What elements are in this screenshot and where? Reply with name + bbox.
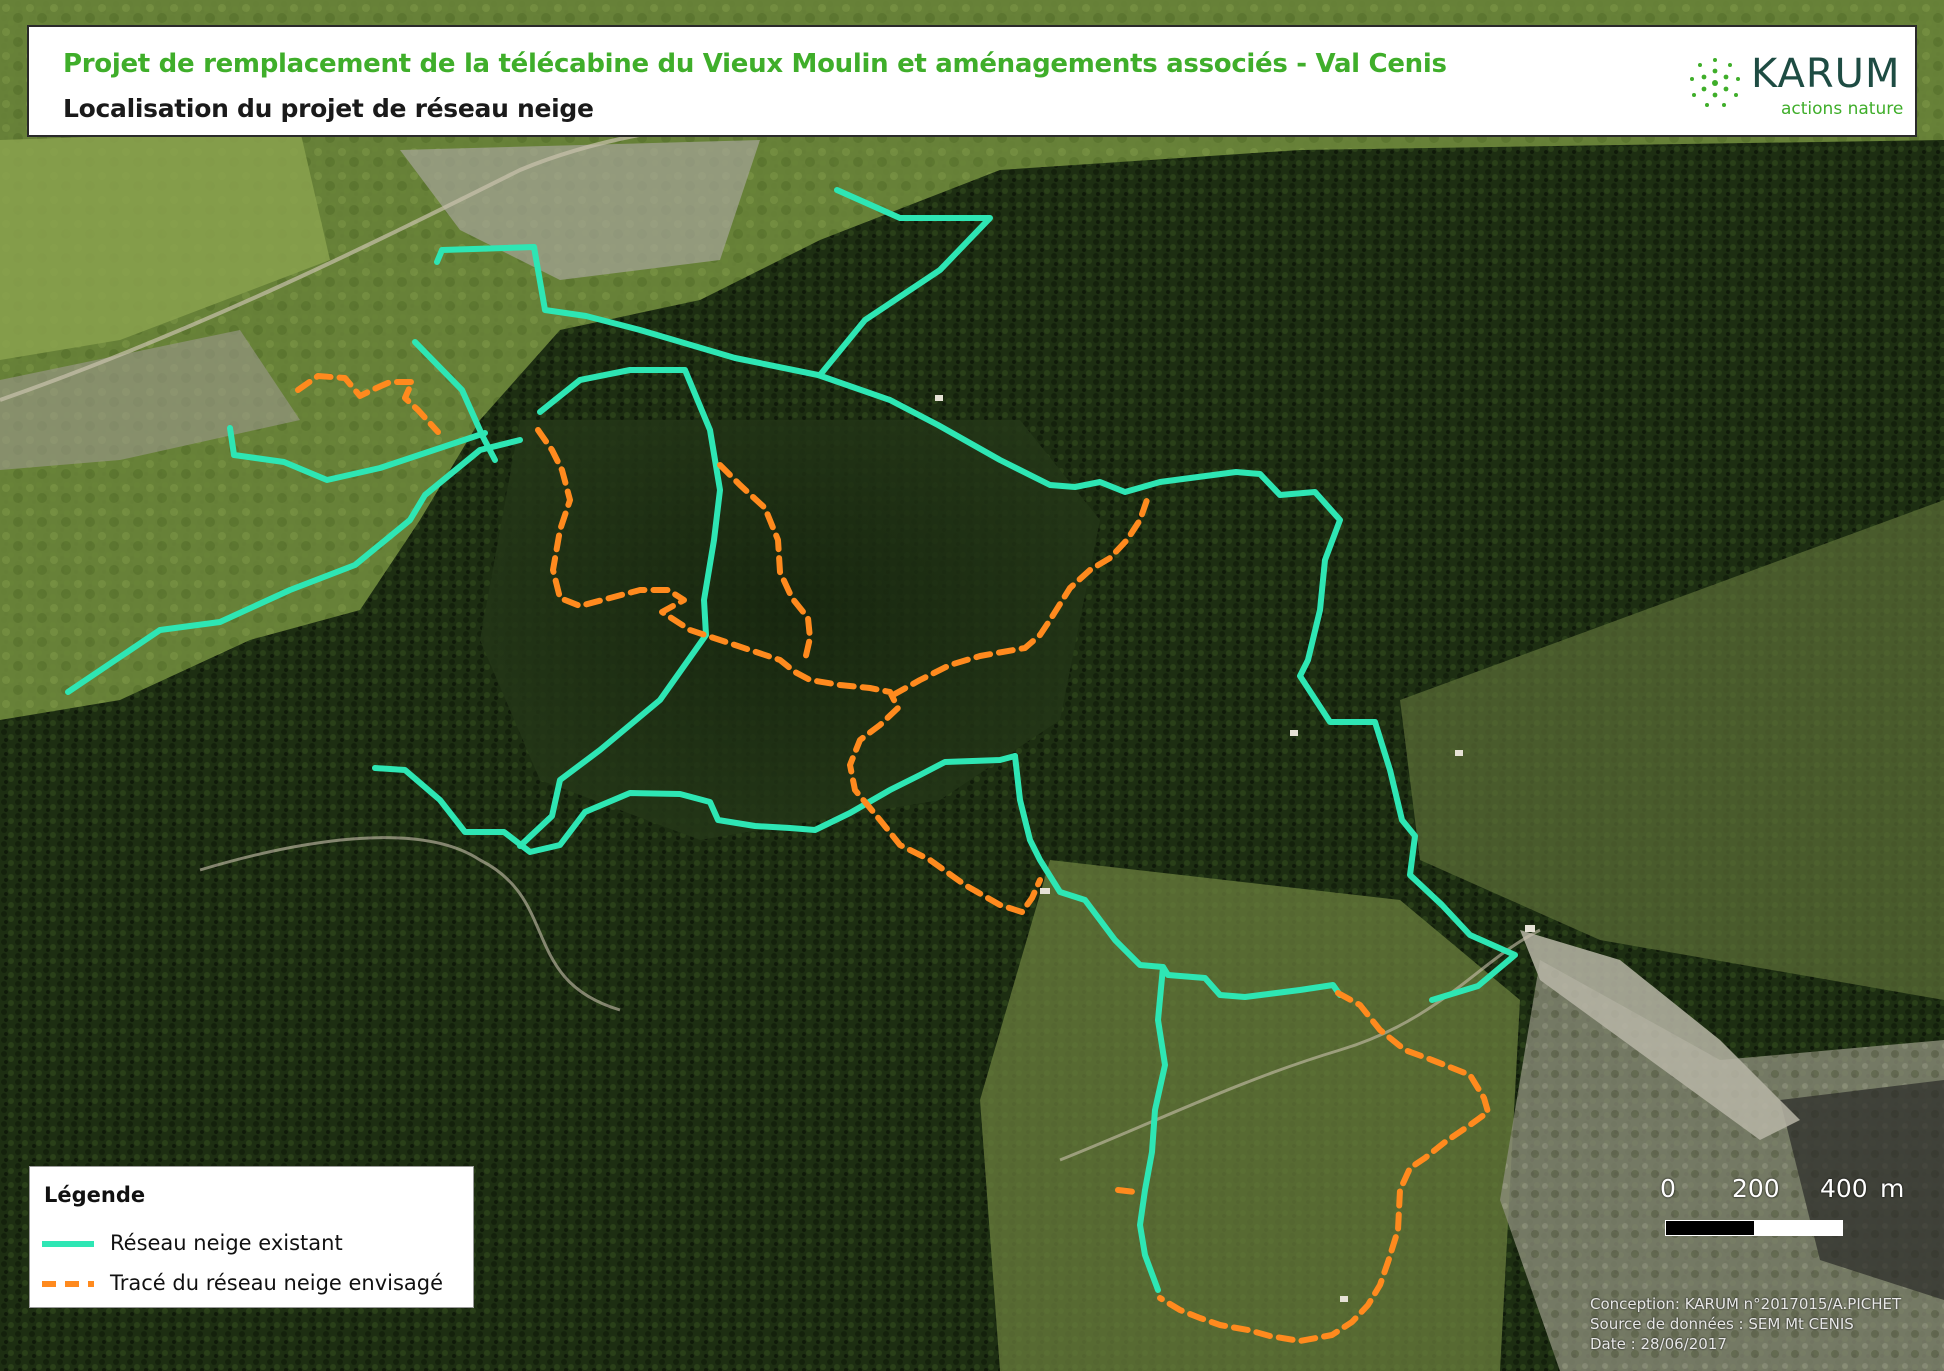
scale-segment-black xyxy=(1665,1220,1755,1236)
map-legend: Légende Réseau neige existant Tracé du r… xyxy=(29,1166,474,1308)
scale-label-unit: m xyxy=(1880,1174,1905,1203)
solid-line-swatch xyxy=(42,1241,94,1247)
karum-logo: KARUM actions nature xyxy=(1685,47,1903,123)
legend-label-existing: Réseau neige existant xyxy=(110,1231,343,1255)
scale-label-0: 0 xyxy=(1660,1174,1676,1203)
credit-source: Source de données : SEM Mt CENIS xyxy=(1590,1315,1854,1333)
legend-label-planned: Tracé du réseau neige envisagé xyxy=(110,1271,444,1295)
map-title: Projet de remplacement de la télécabine … xyxy=(63,49,1447,79)
dashed-line-swatch xyxy=(42,1281,94,1287)
logo-tagline: actions nature xyxy=(1781,99,1904,119)
scale-label-200: 200 xyxy=(1732,1174,1780,1203)
scale-label-400: 400 xyxy=(1820,1174,1868,1203)
title-box: Projet de remplacement de la télécabine … xyxy=(27,25,1917,137)
legend-title: Légende xyxy=(44,1183,146,1207)
scale-segment-white xyxy=(1755,1220,1843,1236)
credit-date: Date : 28/06/2017 xyxy=(1590,1335,1727,1353)
scale-bar: 0 200 400 m xyxy=(1660,1174,1920,1244)
map-subtitle: Localisation du projet de réseau neige xyxy=(63,94,594,123)
alpine-meadow xyxy=(980,860,1520,1371)
map-credits: Conception: KARUM n°2017015/A.PICHET Sou… xyxy=(1590,1294,1901,1354)
dotted-flower-icon xyxy=(1690,58,1740,107)
planned-line-small-spur xyxy=(1115,1187,1138,1195)
logo-name: KARUM xyxy=(1751,51,1901,97)
credit-conception: Conception: KARUM n°2017015/A.PICHET xyxy=(1590,1295,1902,1313)
